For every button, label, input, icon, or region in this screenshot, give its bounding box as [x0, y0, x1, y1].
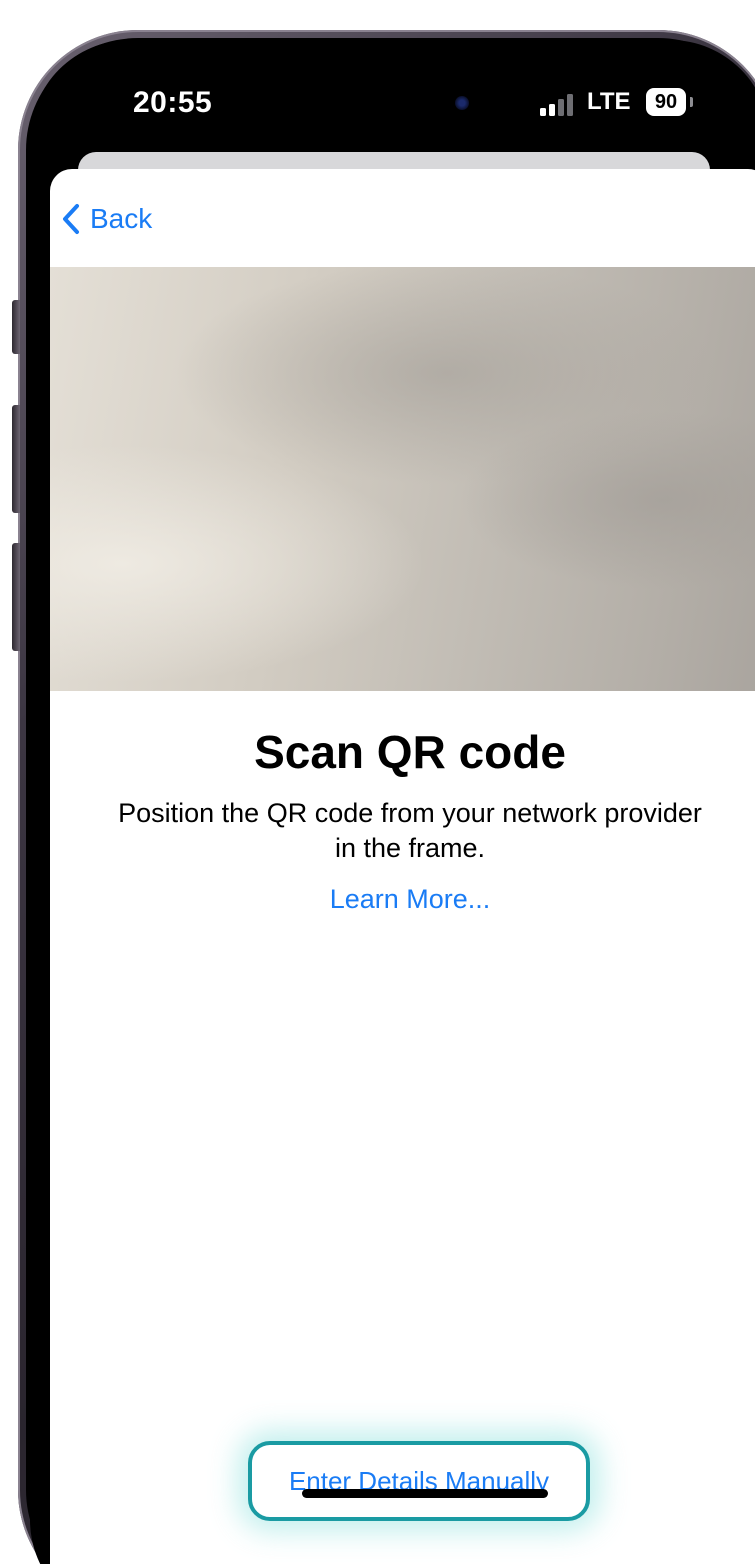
learn-more-link[interactable]: Learn More...	[50, 884, 755, 915]
enter-details-manually-button[interactable]: Enter Details Manually	[248, 1441, 590, 1521]
chevron-left-icon	[63, 204, 79, 234]
cellular-signal-icon	[540, 94, 578, 116]
battery-tip	[690, 97, 693, 107]
status-time: 20:55	[133, 86, 213, 119]
navigation-bar: Back	[50, 169, 755, 267]
front-camera-icon	[455, 96, 469, 110]
camera-viewfinder	[50, 267, 755, 691]
network-type-label: LTE	[587, 88, 631, 115]
back-button-label: Back	[90, 203, 153, 234]
instruction-text: Position the QR code from your network p…	[118, 798, 702, 863]
status-bar: 20:55 LTE 90	[30, 40, 755, 170]
page: 20:55 LTE 90 Back Scan QR code Position …	[0, 0, 755, 1564]
screen: 20:55 LTE 90 Back Scan QR code Position …	[30, 40, 755, 1564]
home-indicator[interactable]	[302, 1489, 548, 1498]
back-button[interactable]: Back	[62, 197, 152, 241]
volume-down-button	[12, 543, 20, 651]
mute-switch	[12, 300, 20, 354]
volume-up-button	[12, 405, 20, 513]
page-title: Scan QR code	[254, 726, 566, 778]
battery-icon: 90	[646, 88, 686, 116]
scan-qr-sheet: Back Scan QR code Position the QR code f…	[50, 169, 755, 1564]
